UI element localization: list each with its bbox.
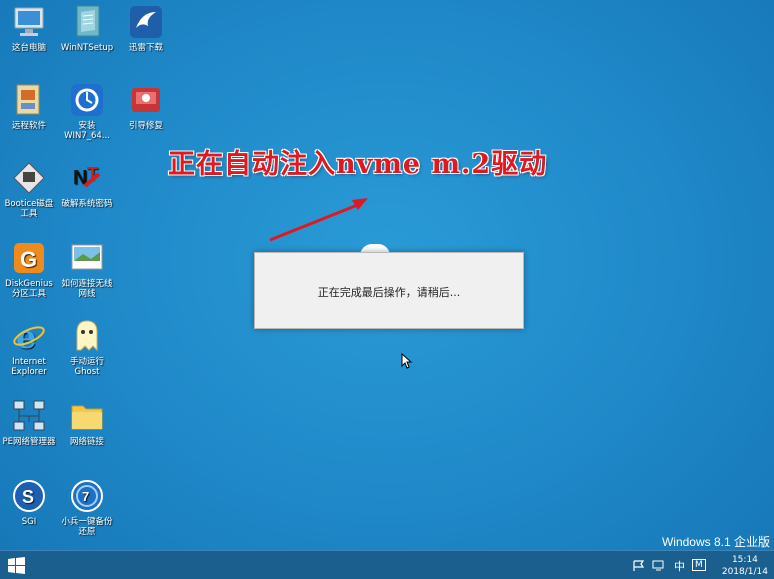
windows-logo-icon [8,557,25,574]
desktop: 这台电脑 WinNTSetup 迅雷下载 远程软件 安装 WIN7_64... … [0,0,774,579]
flag-icon[interactable] [632,560,646,572]
taskbar: 中 M 15:14 2018/1/14 [0,550,774,579]
os-watermark: Windows 8.1 企业版 [661,535,770,549]
progress-dialog: 正在完成最后操作，请稍后... [254,252,524,329]
start-button[interactable] [0,551,34,579]
ime-mode-indicator[interactable]: M [692,559,706,571]
clock-date: 2018/1/14 [721,567,768,577]
network-icon[interactable] [652,560,666,572]
taskbar-clock[interactable]: 15:14 2018/1/14 [722,554,768,578]
mouse-cursor-icon [401,353,413,369]
ime-indicator[interactable]: 中 [674,558,685,574]
dialog-message: 正在完成最后操作，请稍后... [317,286,461,299]
clock-time: 15:14 [731,555,758,565]
